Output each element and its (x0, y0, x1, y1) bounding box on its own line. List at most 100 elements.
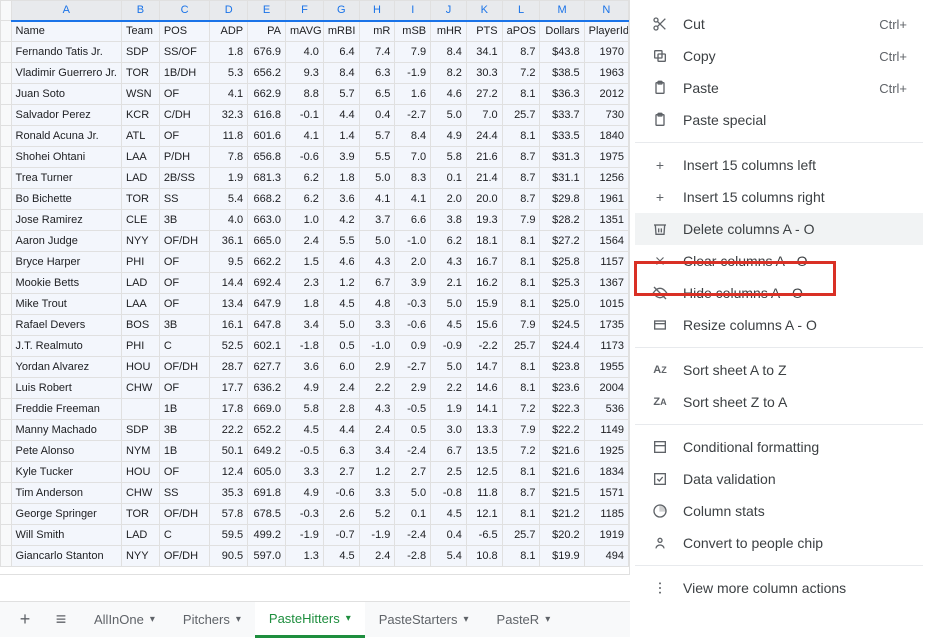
cell[interactable]: Name (11, 21, 121, 42)
cell[interactable]: 668.2 (248, 189, 286, 210)
cell[interactable]: 8.4 (395, 126, 431, 147)
cell[interactable]: LAD (121, 525, 159, 546)
cell[interactable]: 5.0 (431, 105, 467, 126)
cell[interactable]: 691.8 (248, 483, 286, 504)
cell[interactable]: 4.5 (431, 504, 467, 525)
cell[interactable]: Giancarlo Stanton (11, 546, 121, 567)
menu-conditional-formatting[interactable]: Conditional formatting (635, 431, 923, 463)
cell[interactable]: 32.3 (210, 105, 248, 126)
cell[interactable]: 5.4 (431, 546, 467, 567)
cell[interactable]: 1.6 (395, 84, 431, 105)
cell[interactable]: 13.5 (466, 441, 502, 462)
cell[interactable]: 7.9 (502, 420, 540, 441)
cell[interactable]: 4.1 (395, 189, 431, 210)
cell[interactable]: 8.7 (502, 483, 540, 504)
cell[interactable]: $25.8 (540, 252, 584, 273)
cell[interactable]: 0.5 (395, 420, 431, 441)
cell[interactable]: 8.1 (502, 504, 540, 525)
cell[interactable]: SDP (121, 420, 159, 441)
cell[interactable]: 4.1 (286, 126, 324, 147)
cell[interactable]: ATL (121, 126, 159, 147)
cell[interactable]: 8.1 (502, 378, 540, 399)
row-header[interactable] (1, 189, 12, 210)
menu-clear-cols[interactable]: Clear columns A - O (635, 245, 923, 277)
cell[interactable]: 57.8 (210, 504, 248, 525)
cell[interactable]: 8.1 (502, 462, 540, 483)
corner-cell[interactable] (1, 1, 12, 21)
cell[interactable]: 5.2 (359, 504, 395, 525)
cell[interactable]: PHI (121, 336, 159, 357)
cell[interactable]: 4.2 (323, 210, 359, 231)
cell[interactable]: -0.9 (431, 336, 467, 357)
cell[interactable]: 5.4 (210, 189, 248, 210)
cell[interactable]: 8.1 (502, 294, 540, 315)
cell[interactable]: 1735 (584, 315, 628, 336)
cell[interactable]: 16.2 (466, 273, 502, 294)
cell[interactable]: 597.0 (248, 546, 286, 567)
cell[interactable]: Kyle Tucker (11, 462, 121, 483)
cell[interactable]: 0.1 (431, 168, 467, 189)
cell[interactable]: 2.9 (359, 357, 395, 378)
cell[interactable]: 22.2 (210, 420, 248, 441)
cell[interactable]: mRBI (323, 21, 359, 42)
cell[interactable]: 7.2 (502, 441, 540, 462)
cell[interactable]: CHW (121, 378, 159, 399)
col-header-H[interactable]: H (359, 1, 395, 21)
cell[interactable]: 7.9 (395, 42, 431, 63)
cell[interactable]: 4.6 (431, 84, 467, 105)
cell[interactable]: 1975 (584, 147, 628, 168)
cell[interactable]: 647.9 (248, 294, 286, 315)
menu-view-more[interactable]: View more column actions (635, 572, 923, 604)
cell[interactable]: 12.1 (466, 504, 502, 525)
cell[interactable]: -0.7 (323, 525, 359, 546)
cell[interactable]: 36.1 (210, 231, 248, 252)
spreadsheet-grid[interactable]: ABCDEFGHIJKLMNNameTeamPOSADPPAmAVGmRBImR… (0, 0, 630, 575)
cell[interactable]: 8.1 (502, 126, 540, 147)
cell[interactable]: J.T. Realmuto (11, 336, 121, 357)
cell[interactable]: 8.2 (431, 63, 467, 84)
cell[interactable]: 4.6 (323, 252, 359, 273)
cell[interactable]: 1.8 (210, 42, 248, 63)
cell[interactable]: HOU (121, 357, 159, 378)
sheet-tab-allinone[interactable]: AllInOne▾ (80, 602, 169, 638)
cell[interactable]: 1955 (584, 357, 628, 378)
row-header[interactable] (1, 483, 12, 504)
cell[interactable]: 3.3 (286, 462, 324, 483)
cell[interactable]: OF/DH (159, 504, 209, 525)
cell[interactable]: 12.4 (210, 462, 248, 483)
cell[interactable]: 663.0 (248, 210, 286, 231)
cell[interactable]: 7.8 (210, 147, 248, 168)
cell[interactable]: 652.2 (248, 420, 286, 441)
cell[interactable]: $24.4 (540, 336, 584, 357)
cell[interactable]: 4.5 (286, 420, 324, 441)
cell[interactable]: 2.3 (286, 273, 324, 294)
cell[interactable]: -2.4 (395, 525, 431, 546)
cell[interactable]: -0.6 (395, 315, 431, 336)
cell[interactable]: 3B (159, 315, 209, 336)
col-header-F[interactable]: F (286, 1, 324, 21)
cell[interactable]: Manny Machado (11, 420, 121, 441)
cell[interactable]: 3.6 (323, 189, 359, 210)
cell[interactable]: 7.4 (359, 42, 395, 63)
cell[interactable]: mSB (395, 21, 431, 42)
cell[interactable]: 3B (159, 420, 209, 441)
cell[interactable] (121, 399, 159, 420)
cell[interactable]: $19.9 (540, 546, 584, 567)
cell[interactable]: OF (159, 84, 209, 105)
cell[interactable]: 1.9 (431, 399, 467, 420)
cell[interactable]: WSN (121, 84, 159, 105)
cell[interactable]: 2.0 (431, 189, 467, 210)
cell[interactable]: Juan Soto (11, 84, 121, 105)
cell[interactable]: LAD (121, 168, 159, 189)
cell[interactable]: NYY (121, 546, 159, 567)
cell[interactable]: aPOS (502, 21, 540, 42)
cell[interactable]: 0.4 (359, 105, 395, 126)
cell[interactable]: $21.2 (540, 504, 584, 525)
cell[interactable]: 1.2 (359, 462, 395, 483)
cell[interactable]: $21.5 (540, 483, 584, 504)
cell[interactable]: 0.5 (323, 336, 359, 357)
cell[interactable]: 2.4 (286, 231, 324, 252)
cell[interactable]: Luis Robert (11, 378, 121, 399)
cell[interactable]: 8.4 (323, 63, 359, 84)
cell[interactable]: 5.7 (323, 84, 359, 105)
